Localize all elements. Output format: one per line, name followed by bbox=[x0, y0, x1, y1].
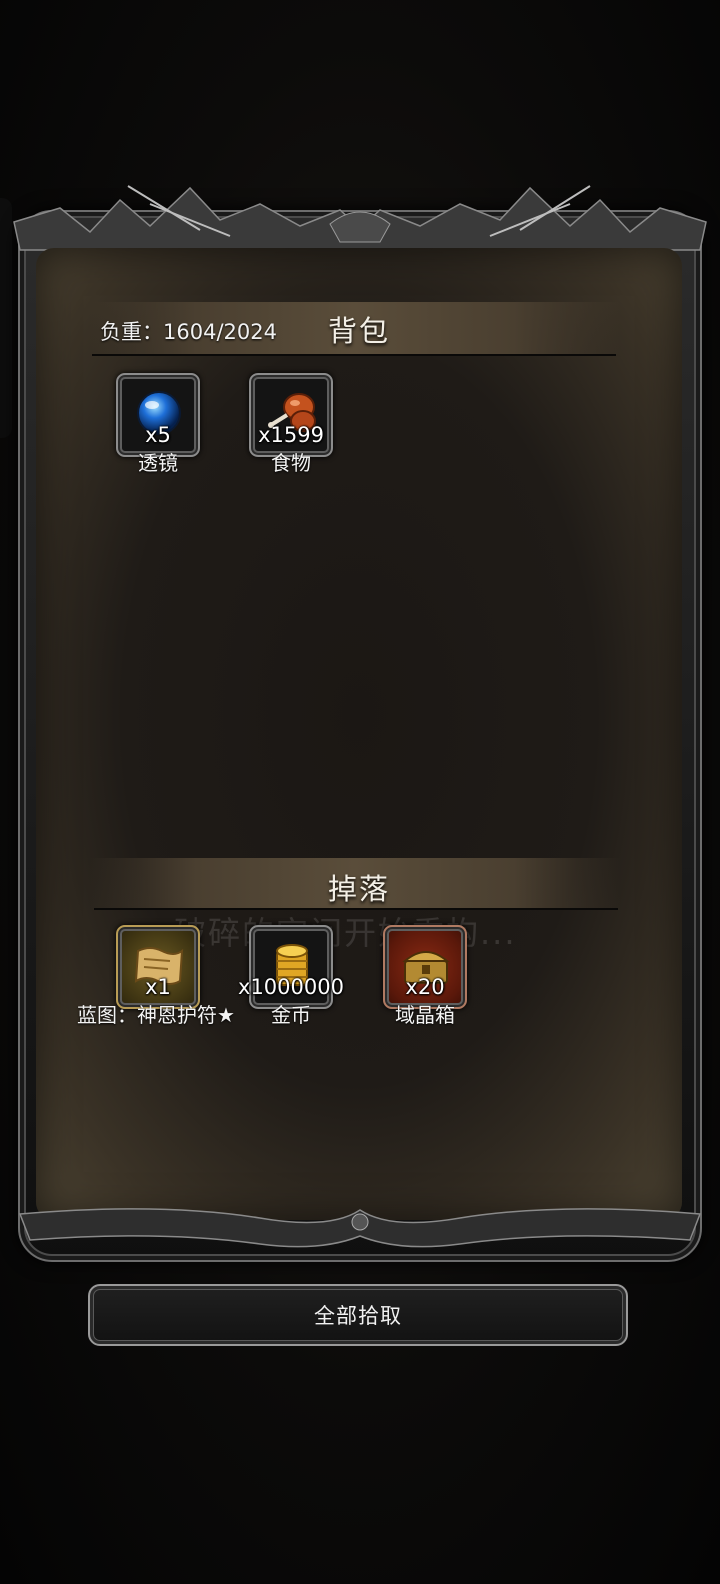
backpack-item-food[interactable]: x1599 食物 bbox=[249, 373, 333, 475]
item-name: 食物 bbox=[271, 451, 311, 475]
item-count: x1599 bbox=[258, 423, 324, 447]
drop-item-blueprint[interactable]: x1 蓝图：神恩护符★ bbox=[77, 925, 235, 1027]
backpack-header-divider bbox=[92, 354, 616, 356]
backpack-item-lens[interactable]: x5 透镜 bbox=[116, 373, 200, 475]
pick-all-button[interactable]: 全部拾取 bbox=[88, 1284, 628, 1346]
item-count: x20 bbox=[405, 975, 445, 999]
drop-item-crystal-chest[interactable]: x20 域晶箱 bbox=[383, 925, 467, 1027]
drops-title: 掉落 bbox=[328, 872, 391, 906]
drop-item-gold[interactable]: x1000000 金币 bbox=[238, 925, 344, 1027]
frame-bottom-ornament bbox=[18, 1208, 702, 1248]
item-name: 域晶箱 bbox=[395, 1003, 455, 1027]
backpack-title: 背包 bbox=[328, 314, 391, 348]
weight-indicator: 负重：1604/2024 bbox=[100, 320, 277, 344]
